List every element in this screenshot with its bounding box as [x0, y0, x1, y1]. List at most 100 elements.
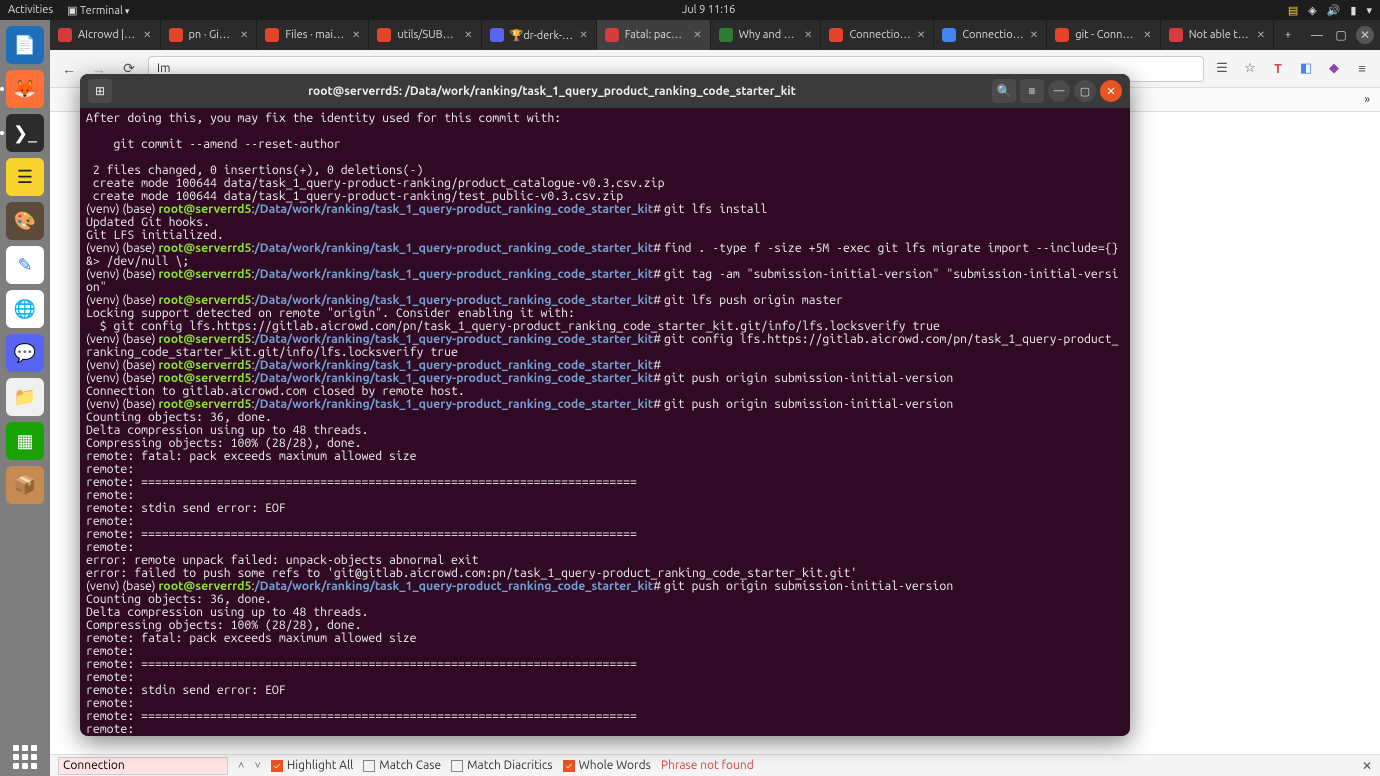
bookmarks-overflow-icon[interactable]: »: [1364, 93, 1370, 106]
network-icon[interactable]: ◈: [1308, 4, 1316, 17]
match-case-toggle[interactable]: Match Case: [363, 759, 441, 772]
tab-close-icon[interactable]: ✕: [240, 29, 248, 41]
tab-title: Connection to: [962, 29, 1023, 41]
terminal-close[interactable]: ✕: [1100, 80, 1122, 102]
terminal-minimize[interactable]: —: [1048, 80, 1070, 102]
favicon: [377, 28, 391, 42]
dock-libreoffice-calc[interactable]: ▦: [6, 422, 44, 460]
tab-title: pn · GitLab: [189, 29, 234, 41]
window-minimize[interactable]: —: [1308, 26, 1326, 44]
window-maximize[interactable]: ▢: [1332, 26, 1350, 44]
dock-discord[interactable]: 💬: [6, 334, 44, 372]
gnome-topbar: Activities ▣ Terminal Jul 9 11:16 ▤ ◈ 🔊 …: [0, 0, 1380, 20]
tab-close-icon[interactable]: ✕: [804, 29, 812, 41]
clock[interactable]: Jul 9 11:16: [129, 4, 1287, 16]
find-input[interactable]: [58, 757, 228, 775]
dock-gimp[interactable]: 🎨: [6, 202, 44, 240]
browser-tab[interactable]: git - Connectic ✕: [1047, 20, 1161, 50]
browser-tab[interactable]: Connection to ✕: [934, 20, 1047, 50]
match-diacritics-toggle[interactable]: Match Diacritics: [451, 759, 553, 772]
tab-title: Fatal: pack exc: [625, 29, 688, 41]
tab-close-icon[interactable]: ✕: [1257, 29, 1265, 41]
whole-words-toggle[interactable]: ✓Whole Words: [563, 759, 651, 772]
browser-tab[interactable]: Why and How ✕: [711, 20, 822, 50]
terminal-titlebar: ⊞ root@serverrd5: /Data/work/ranking/tas…: [80, 74, 1130, 108]
tab-close-icon[interactable]: ✕: [464, 29, 472, 41]
window-close[interactable]: ✕: [1356, 26, 1374, 44]
appmenu-terminal[interactable]: ▣ Terminal: [67, 4, 129, 17]
terminal-body[interactable]: After doing this, you may fix the identi…: [80, 108, 1130, 736]
browser-tab[interactable]: Connection to ✕: [821, 20, 934, 50]
show-applications[interactable]: [6, 738, 44, 776]
new-tab-button[interactable]: ⊞: [88, 79, 112, 103]
find-bar: ˄ ˅ ✓Highlight All Match Case Match Diac…: [50, 754, 1380, 776]
find-prev-icon[interactable]: ˄: [238, 760, 244, 772]
browser-tab[interactable]: pn · GitLab ✕: [161, 20, 258, 50]
reader-mode-icon[interactable]: ☰: [1212, 61, 1232, 76]
extension-icon-2[interactable]: ◆: [1324, 61, 1344, 76]
dock-libreoffice-writer[interactable]: 📄: [6, 26, 44, 64]
browser-tab[interactable]: Files · main · A ✕: [257, 20, 369, 50]
dock: 📄 🦊 ❯_ ☰ 🎨 ✎ 🌐 💬 📁 ▦ 📦: [0, 20, 50, 776]
tab-title: 🏆dr-derk-chal: [510, 29, 574, 42]
tab-title: Why and How: [739, 29, 798, 41]
dock-terminal[interactable]: ❯_: [6, 114, 44, 152]
dock-chrome[interactable]: 🌐: [6, 290, 44, 328]
browser-tabstrip: AIcrowd | ESC✕pn · GitLab✕Files · main ·…: [50, 20, 1380, 50]
highlight-all-toggle[interactable]: ✓Highlight All: [271, 759, 353, 772]
new-tab-button[interactable]: +: [1274, 20, 1302, 50]
dock-software-updater[interactable]: 📦: [6, 466, 44, 504]
hamburger-menu-icon[interactable]: ≡: [1352, 61, 1372, 76]
dock-firefox[interactable]: 🦊: [6, 70, 44, 108]
tab-title: git - Connectic: [1075, 29, 1137, 41]
back-button[interactable]: ←: [58, 61, 80, 77]
tab-title: Connection to: [849, 29, 910, 41]
terminal-menu-icon[interactable]: ≡: [1020, 79, 1044, 103]
tab-close-icon[interactable]: ✕: [1143, 29, 1151, 41]
power-menu-icon[interactable]: ▾: [1366, 4, 1372, 17]
translate-icon[interactable]: T: [1268, 62, 1288, 76]
favicon: [265, 28, 279, 42]
tab-close-icon[interactable]: ✕: [579, 29, 587, 41]
tab-close-icon[interactable]: ✕: [917, 29, 925, 41]
browser-tab[interactable]: Not able to ssl ✕: [1161, 20, 1274, 50]
favicon: [1055, 28, 1069, 42]
browser-tab[interactable]: Fatal: pack exc ✕: [597, 20, 711, 50]
find-next-icon[interactable]: ˅: [254, 760, 260, 772]
favicon: [1169, 28, 1183, 42]
favicon: [490, 28, 504, 42]
tab-title: Files · main · A: [285, 29, 346, 41]
dock-texteditor[interactable]: ✎: [6, 246, 44, 284]
page-content: ⊞ root@serverrd5: /Data/work/ranking/tas…: [50, 112, 1380, 754]
favicon: [605, 28, 619, 42]
terminal-window: ⊞ root@serverrd5: /Data/work/ranking/tas…: [80, 74, 1130, 736]
favicon: [829, 28, 843, 42]
browser-tab[interactable]: 🏆dr-derk-chal ✕: [482, 20, 597, 50]
terminal-title: root@serverrd5: /Data/work/ranking/task_…: [112, 85, 992, 98]
dock-files[interactable]: 📁: [6, 378, 44, 416]
tab-title: utils/SUBMISS: [397, 29, 458, 41]
tray-note-icon[interactable]: ▤: [1288, 4, 1298, 17]
volume-icon[interactable]: 🔊: [1327, 4, 1341, 17]
favicon: [942, 28, 956, 42]
tab-close-icon[interactable]: ✕: [352, 29, 360, 41]
find-status: Phrase not found: [661, 759, 754, 772]
terminal-maximize[interactable]: ▢: [1074, 80, 1096, 102]
search-icon[interactable]: 🔍: [992, 79, 1016, 103]
dock-notes[interactable]: ☰: [6, 158, 44, 196]
favicon: [58, 28, 72, 42]
tab-close-icon[interactable]: ✕: [143, 29, 151, 41]
find-close-icon[interactable]: ✕: [1362, 759, 1372, 773]
favicon: [169, 28, 183, 42]
browser-tab[interactable]: AIcrowd | ESC ✕: [50, 20, 161, 50]
tab-close-icon[interactable]: ✕: [693, 29, 701, 41]
extension-icon-1[interactable]: ◧: [1296, 61, 1316, 76]
bookmark-star-icon[interactable]: ☆: [1240, 61, 1260, 76]
tab-title: Not able to ssl: [1189, 29, 1251, 41]
tab-close-icon[interactable]: ✕: [1030, 29, 1038, 41]
browser-tab[interactable]: utils/SUBMISS ✕: [369, 20, 481, 50]
tab-title: AIcrowd | ESC: [78, 29, 137, 41]
favicon: [719, 28, 733, 42]
activities-button[interactable]: Activities: [8, 4, 53, 16]
battery-icon[interactable]: ▮: [1350, 4, 1356, 17]
